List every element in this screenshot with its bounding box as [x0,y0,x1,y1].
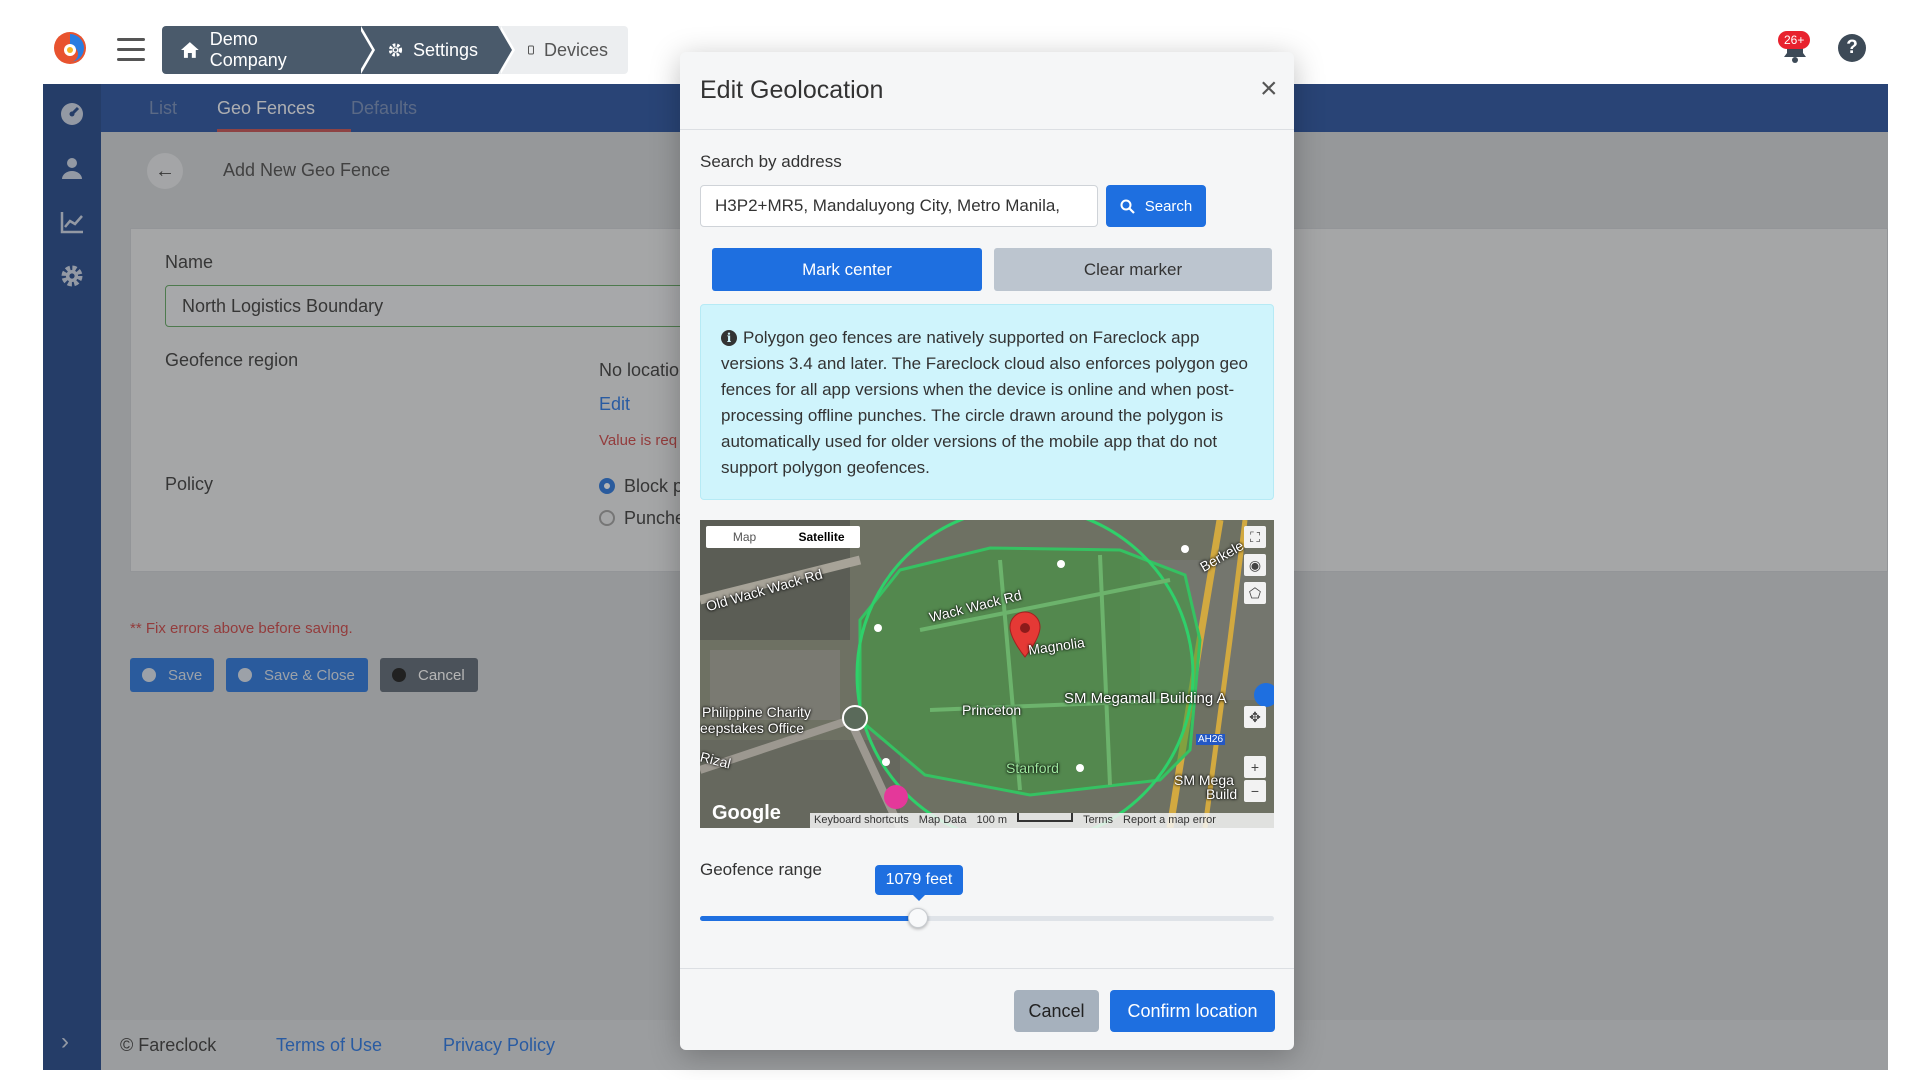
address-search-input[interactable]: H3P2+MR5, Mandaluyong City, Metro Manila… [700,185,1098,227]
geofence-range-label: Geofence range [700,860,822,879]
mark-center-button[interactable]: Mark center [712,248,982,291]
map-type-map[interactable]: Map [706,526,783,548]
home-icon [180,42,199,58]
map-label-ah26: AH26 [1196,734,1226,745]
search-button[interactable]: Search [1106,185,1206,227]
breadcrumb: Demo Company Settings Devices [162,26,628,74]
zoom-in-icon[interactable]: + [1244,756,1266,778]
report-map-error-link[interactable]: Report a map error [1123,813,1216,828]
help-icon[interactable]: ? [1838,34,1866,62]
map-view[interactable]: Map Satellite Old Wack Wack Rd Wack Wack… [700,520,1274,828]
modal-footer: Cancel Confirm location [680,968,1294,1050]
breadcrumb-company[interactable]: Demo Company [162,26,375,74]
map-attribution: Keyboard shortcuts Map Data 100 m Terms … [810,813,1274,828]
edit-geolocation-modal: Edit Geolocation × Search by address H3P… [680,52,1294,1050]
info-icon: i [721,330,737,346]
cancel-button[interactable]: Cancel [1014,990,1099,1032]
range-tooltip: 1079 feet [875,865,963,901]
zoom-out-icon[interactable]: − [1244,780,1266,802]
geofence-range-slider[interactable] [700,908,1274,928]
google-logo: Google [712,802,781,824]
range-thumb[interactable] [908,908,928,928]
mobile-device-icon [528,45,534,55]
modal-header: Edit Geolocation × [680,52,1294,130]
breadcrumb-company-label: Demo Company [209,29,287,70]
close-icon[interactable]: × [1260,74,1278,104]
range-fill [700,916,918,921]
fullscreen-icon[interactable]: ⛶ [1244,526,1266,548]
search-button-label: Search [1144,197,1193,215]
map-type-toggle[interactable]: Map Satellite [706,526,860,548]
pan-control-icon[interactable]: ✥ [1244,706,1266,728]
map-label-pcso-2: eepstakes Office [700,720,805,736]
hamburger-menu-icon[interactable] [117,38,145,62]
locate-icon[interactable]: ◉ [1244,554,1266,576]
map-scale: 100 m [976,814,1008,826]
map-label-build: Build [1206,786,1238,802]
search-icon [1120,199,1135,214]
info-text: Polygon geo fences are natively supporte… [721,328,1248,477]
breadcrumb-settings-label: Settings [412,39,478,60]
map-label-stanford: Stanford [1006,760,1059,776]
modal-title: Edit Geolocation [700,76,884,104]
polygon-info-alert: i Polygon geo fences are natively support… [700,304,1274,500]
map-label-princeton: Princeton [962,702,1022,718]
keyboard-shortcuts-link[interactable]: Keyboard shortcuts [814,813,909,828]
map-label-sm-megamall-a: SM Megamall Building A [1064,690,1227,707]
breadcrumb-devices[interactable]: Devices [498,26,628,74]
breadcrumb-settings[interactable]: Settings [358,26,515,74]
gear-icon [388,43,403,57]
search-label: Search by address [700,152,842,171]
map-label-pcso-1: Philippine Charity [702,704,811,720]
map-terms-link[interactable]: Terms [1083,813,1113,828]
map-data-link[interactable]: Map Data [919,813,967,828]
fareclock-logo-icon[interactable] [52,30,88,66]
draw-polygon-icon[interactable]: ⬠ [1244,582,1266,604]
breadcrumb-devices-label: Devices [543,39,608,60]
scale-bar [1017,813,1074,822]
clear-marker-button[interactable]: Clear marker [994,248,1272,291]
notification-badge: 26+ [1778,31,1811,49]
map-type-satellite[interactable]: Satellite [783,526,860,548]
confirm-location-button[interactable]: Confirm location [1110,990,1275,1032]
